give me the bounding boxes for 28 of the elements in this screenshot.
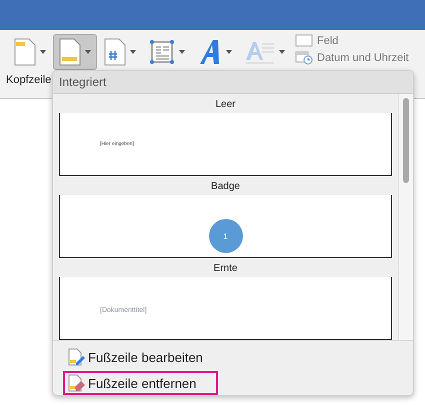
ribbon-small-button[interactable]: Feld [295, 34, 409, 47]
textbox-icon [149, 39, 175, 65]
ribbon-small-button[interactable]: Datum und Uhrzeit [295, 51, 409, 65]
gallery-item-title: Badge [211, 180, 240, 194]
button-label: Kopfzeile [6, 74, 52, 86]
calendar-clock-icon [295, 51, 313, 65]
menu-item[interactable]: Fußzeile bearbeiten [63, 345, 209, 369]
caret-icon [179, 50, 185, 54]
caret-icon [279, 50, 285, 54]
page-number-icon [104, 38, 126, 66]
page-number-badge: 1 [208, 219, 242, 253]
caret-icon [85, 50, 91, 54]
ribbon-button[interactable] [53, 34, 97, 70]
caret-icon [40, 50, 46, 54]
page-footer-icon [59, 38, 81, 66]
menu-header: Integriert [53, 71, 413, 94]
gallery-item-title: Ernte [214, 262, 238, 276]
scrollbar[interactable] [398, 94, 413, 340]
field-icon [295, 34, 313, 47]
page-header-icon [14, 38, 36, 66]
caret-icon [226, 50, 232, 54]
gallery-item-title: Leer [215, 98, 236, 112]
wordart-icon [198, 38, 222, 66]
caret-icon [130, 50, 136, 54]
edit-footer-icon [67, 348, 85, 366]
menu-item[interactable]: Fußzeile entfernen [63, 371, 218, 395]
footer-preview[interactable]: 1 [59, 195, 392, 258]
eraser-footer-icon [67, 374, 85, 392]
